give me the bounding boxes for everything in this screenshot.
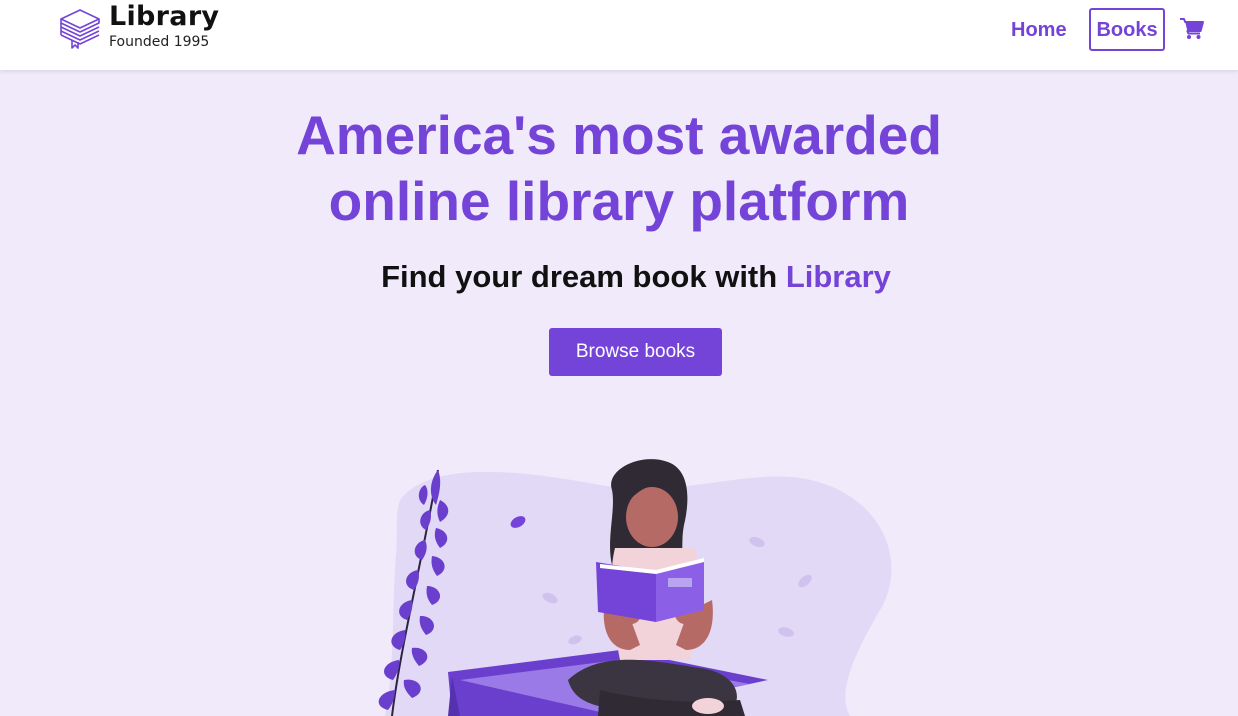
logo-subtitle: Founded 1995: [109, 34, 210, 50]
nav-home-link[interactable]: Home: [1011, 18, 1067, 42]
header-navbar: Library Founded 1995 Home Books: [0, 0, 1238, 70]
stacked-books-icon: [60, 9, 100, 49]
logo-title: Library: [109, 1, 220, 32]
browse-books-button[interactable]: Browse books: [549, 328, 722, 376]
shopping-cart-icon[interactable]: [1180, 18, 1204, 40]
reading-woman-illustration: [378, 459, 892, 716]
hero-title: America's most awarded online library pl…: [0, 102, 1238, 234]
logo[interactable]: Library Founded 1995: [58, 2, 228, 52]
hero-title-line-2: online library platform: [328, 170, 910, 232]
hero-title-line-1: America's most awarded: [296, 104, 942, 166]
hero-subtitle-text: Find your dream book with: [381, 259, 786, 294]
nav-books-link[interactable]: Books: [1089, 8, 1165, 51]
hero-subtitle-brand: Library: [785, 259, 891, 294]
hero-subtitle: Find your dream book with Library: [0, 259, 1238, 295]
